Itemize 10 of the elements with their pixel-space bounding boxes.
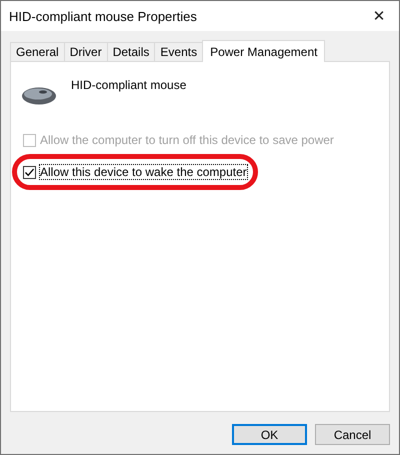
cancel-button[interactable]: Cancel <box>315 424 390 445</box>
checkbox-label[interactable]: Allow this device to wake the computer <box>40 165 247 179</box>
ok-button[interactable]: OK <box>232 424 307 445</box>
device-name: HID-compliant mouse <box>71 78 186 92</box>
window-title: HID-compliant mouse Properties <box>9 8 197 24</box>
checkbox[interactable] <box>23 166 36 178</box>
close-button[interactable]: ✕ <box>359 1 399 31</box>
tab[interactable]: Power Management <box>202 40 326 62</box>
mouse-icon <box>21 86 57 106</box>
tab[interactable]: General <box>10 42 65 61</box>
